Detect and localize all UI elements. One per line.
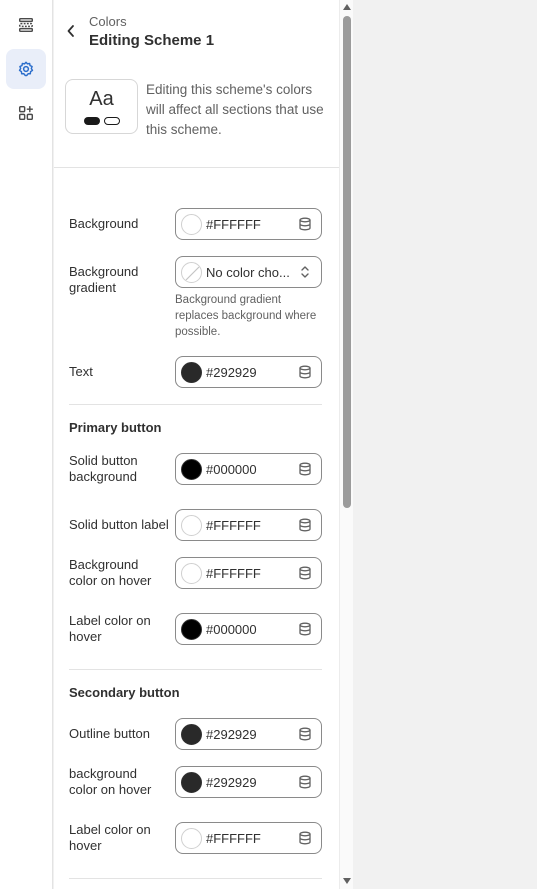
color-swatch[interactable] bbox=[181, 619, 202, 640]
preview-canvas bbox=[353, 0, 537, 889]
gradient-helper-text: Background gradient replaces background … bbox=[175, 294, 317, 338]
color-value[interactable]: #FFFFFF bbox=[206, 831, 261, 846]
secondary-button-section-title: Secondary button bbox=[69, 685, 180, 700]
color-value[interactable]: #292929 bbox=[206, 727, 257, 742]
panel-scrollbar[interactable] bbox=[339, 0, 353, 889]
secondary-background-color-on-hover-field[interactable]: #292929 bbox=[175, 766, 322, 798]
color-value[interactable]: #292929 bbox=[206, 775, 257, 790]
database-icon[interactable] bbox=[298, 622, 312, 636]
no-color-swatch[interactable] bbox=[181, 262, 202, 283]
database-icon[interactable] bbox=[298, 727, 312, 741]
scheme-preview: Aa bbox=[65, 79, 138, 134]
divider bbox=[54, 167, 339, 168]
solid-button-label-label: Solid button label bbox=[69, 517, 169, 532]
color-value[interactable]: #000000 bbox=[206, 462, 257, 477]
database-icon[interactable] bbox=[298, 217, 312, 231]
background-gradient-label: Background gradient bbox=[69, 264, 139, 295]
color-swatch[interactable] bbox=[181, 563, 202, 584]
outline-button-label: Outline button bbox=[69, 726, 150, 741]
primary-button-section-title: Primary button bbox=[69, 420, 162, 435]
divider bbox=[69, 878, 322, 879]
solid-button-label-field[interactable]: #FFFFFF bbox=[175, 509, 322, 541]
panel-header: Colors Editing Scheme 1 bbox=[54, 0, 339, 60]
sections-button[interactable] bbox=[6, 5, 46, 45]
color-value[interactable]: #FFFFFF bbox=[206, 518, 261, 533]
color-scheme-panel: Colors Editing Scheme 1 Aa Editing this … bbox=[54, 0, 339, 889]
background-label: Background bbox=[69, 216, 139, 231]
database-icon[interactable] bbox=[298, 775, 312, 789]
settings-button[interactable] bbox=[6, 49, 46, 89]
scroll-up-arrow-icon[interactable] bbox=[343, 4, 351, 10]
database-icon[interactable] bbox=[298, 566, 312, 580]
back-button[interactable] bbox=[62, 20, 80, 42]
background-gradient-field[interactable]: No color cho... bbox=[175, 256, 322, 288]
color-swatch[interactable] bbox=[181, 828, 202, 849]
color-swatch[interactable] bbox=[181, 214, 202, 235]
divider bbox=[69, 404, 322, 405]
database-icon[interactable] bbox=[298, 831, 312, 845]
scroll-down-arrow-icon[interactable] bbox=[343, 878, 351, 884]
background-color-on-hover-field[interactable]: #FFFFFF bbox=[175, 557, 322, 589]
database-icon[interactable] bbox=[298, 518, 312, 532]
color-swatch[interactable] bbox=[181, 515, 202, 536]
text-label: Text bbox=[69, 364, 93, 379]
background-color-on-hover-label: Background color on hover bbox=[69, 557, 152, 588]
page-title: Editing Scheme 1 bbox=[89, 32, 215, 49]
sections-icon bbox=[18, 17, 34, 33]
database-icon[interactable] bbox=[298, 462, 312, 476]
label-color-on-hover-label: Label color on hover bbox=[69, 613, 151, 644]
color-swatch[interactable] bbox=[181, 362, 202, 383]
label-color-on-hover-field[interactable]: #000000 bbox=[175, 613, 322, 645]
no-color-slash-icon bbox=[185, 266, 200, 281]
chevron-up-down-icon[interactable] bbox=[298, 265, 312, 279]
apps-add-icon bbox=[18, 105, 34, 121]
color-value[interactable]: #FFFFFF bbox=[206, 217, 261, 232]
color-value[interactable]: #000000 bbox=[206, 622, 257, 637]
text-color-field[interactable]: #292929 bbox=[175, 356, 322, 388]
secondary-label-color-on-hover-field[interactable]: #FFFFFF bbox=[175, 822, 322, 854]
database-icon[interactable] bbox=[298, 365, 312, 379]
outline-button-field[interactable]: #292929 bbox=[175, 718, 322, 750]
gradient-value[interactable]: No color cho... bbox=[206, 265, 290, 280]
color-swatch[interactable] bbox=[181, 724, 202, 745]
chevron-left-icon bbox=[67, 25, 74, 37]
scrollbar-thumb[interactable] bbox=[343, 16, 351, 508]
scheme-intro-text: Editing this scheme's colors will affect… bbox=[146, 82, 324, 137]
preview-sample-text: Aa bbox=[89, 88, 114, 110]
solid-button-background-field[interactable]: #000000 bbox=[175, 453, 322, 485]
nav-rail bbox=[0, 0, 53, 889]
settings-gear-icon bbox=[18, 61, 34, 77]
preview-outline-button bbox=[104, 117, 120, 125]
color-swatch[interactable] bbox=[181, 772, 202, 793]
color-swatch[interactable] bbox=[181, 459, 202, 480]
breadcrumb[interactable]: Colors bbox=[89, 14, 127, 29]
preview-solid-button bbox=[84, 117, 100, 125]
solid-button-background-label: Solid button background bbox=[69, 453, 138, 484]
secondary-label-color-on-hover-label: Label color on hover bbox=[69, 822, 151, 853]
secondary-background-color-on-hover-label: background color on hover bbox=[69, 766, 152, 797]
apps-button[interactable] bbox=[6, 93, 46, 133]
background-color-field[interactable]: #FFFFFF bbox=[175, 208, 322, 240]
color-value[interactable]: #292929 bbox=[206, 365, 257, 380]
color-value[interactable]: #FFFFFF bbox=[206, 566, 261, 581]
divider bbox=[69, 669, 322, 670]
